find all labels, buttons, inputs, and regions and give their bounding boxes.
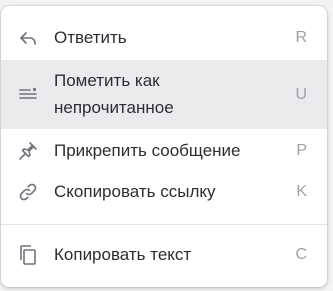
pin-icon: [16, 139, 40, 163]
shortcut-key: R: [295, 29, 307, 46]
menu-item-pin[interactable]: Прикрепить сообщение P: [1, 133, 327, 169]
menu-item-copy-link[interactable]: Скопировать ссылку K: [1, 174, 327, 210]
shortcut-key: C: [295, 246, 307, 263]
reply-icon: [16, 26, 40, 50]
menu-item-label: Копировать текст: [54, 245, 192, 264]
menu-item-label-line2: непрочитанное: [54, 98, 174, 117]
shortcut-key: U: [295, 86, 307, 103]
link-icon: [16, 180, 40, 204]
menu-item-reply[interactable]: Ответить R: [1, 20, 327, 56]
shortcut-key: K: [296, 183, 307, 200]
mark-unread-icon: [16, 82, 40, 106]
menu-divider: [1, 224, 327, 225]
context-menu: Ответить R Пометить как непрочитанное U …: [1, 6, 327, 287]
menu-item-label: Прикрепить сообщение: [54, 141, 241, 160]
menu-item-label: Ответить: [54, 28, 127, 47]
menu-item-label: Скопировать ссылку: [54, 182, 216, 201]
menu-item-label-line1: Пометить как: [54, 71, 160, 90]
menu-item-mark-unread[interactable]: Пометить как непрочитанное U: [1, 60, 327, 129]
shortcut-key: P: [296, 142, 307, 159]
menu-item-copy-text[interactable]: Копировать текст C: [1, 237, 327, 273]
copy-icon: [16, 243, 40, 267]
